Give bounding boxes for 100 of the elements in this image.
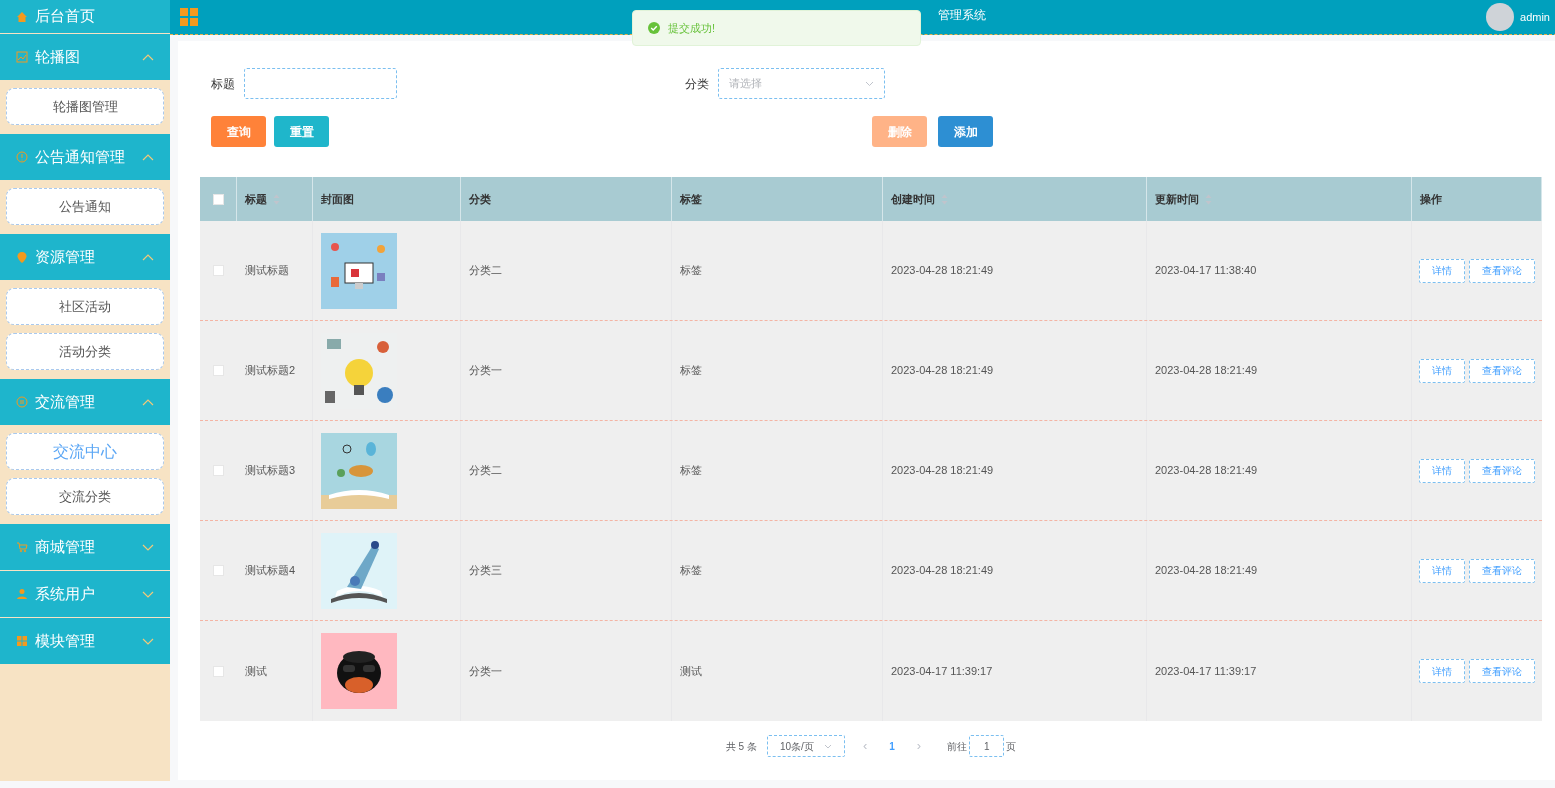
checkbox[interactable] (213, 265, 224, 276)
details-button[interactable]: 详情 (1419, 458, 1465, 483)
details-button[interactable]: 详情 (1419, 659, 1465, 683)
table-cell-text: 2023-04-17 11:39:17 (1155, 663, 1257, 679)
column-header: 操作 (1420, 191, 1442, 207)
page-size-select[interactable]: 10条/页 (766, 735, 845, 757)
table-cell-text: 2023-04-28 18:21:49 (1155, 563, 1258, 579)
menu-item[interactable]: 系统用户 (0, 571, 170, 617)
filter-label: 标题 (211, 75, 235, 93)
total-count: 共 5 条 (725, 739, 757, 754)
filter-label: 分类 (685, 75, 709, 93)
checkbox[interactable] (213, 565, 224, 576)
table-cell-text: 2023-04-17 11:38:40 (1155, 263, 1257, 279)
user-icon (16, 588, 28, 600)
table-cell-text: 分类一 (469, 363, 502, 379)
page-input[interactable]: 1 (969, 735, 1005, 757)
app-title: 管理系统 (938, 7, 986, 24)
details-button[interactable]: 详情 (1419, 358, 1465, 383)
chevron-down-icon (142, 590, 154, 598)
submenu-item[interactable]: 社区活动 (6, 288, 164, 325)
chevron-up-icon (142, 253, 154, 261)
table-cell-text: 标签 (680, 363, 702, 379)
column-header: 封面图 (321, 191, 354, 207)
checkbox[interactable] (212, 193, 224, 205)
user-name[interactable]: admin (1520, 8, 1550, 26)
table-cell-text: 2023-04-28 18:21:49 (891, 563, 994, 579)
success-toast: 提交成功! (632, 10, 921, 46)
comments-button[interactable]: 查看评论 (1469, 458, 1535, 483)
cart-icon (16, 541, 28, 553)
add-button[interactable]: 添加 (938, 116, 993, 147)
page-number[interactable]: 1 (885, 738, 899, 754)
sort-icon[interactable] (1205, 193, 1212, 205)
menu-item[interactable]: 模块管理 (0, 618, 170, 664)
table-cell-text: 标签 (680, 563, 702, 579)
table-cell-text: 2023-04-28 18:21:49 (1155, 463, 1258, 479)
menu-item[interactable]: 资源管理 (0, 234, 170, 280)
details-button[interactable]: 详情 (1419, 258, 1465, 283)
chevron-up-icon (142, 53, 154, 61)
table-cell-text: 测试标题3 (245, 463, 296, 479)
table-cell-text: 测试标题2 (245, 363, 296, 379)
check-circle-icon (648, 22, 660, 34)
chevron-down-icon (865, 80, 874, 87)
table-cell-text: 测试标题 (245, 263, 289, 279)
submenu-item[interactable]: 轮播图管理 (6, 88, 164, 125)
comments-button[interactable]: 查看评论 (1469, 258, 1535, 283)
submenu-item[interactable]: 活动分类 (6, 333, 164, 370)
reset-button[interactable]: 重置 (274, 116, 329, 147)
comments-button[interactable]: 查看评论 (1469, 659, 1535, 683)
chevron-up-icon (142, 153, 154, 161)
comments-button[interactable]: 查看评论 (1469, 358, 1535, 383)
menu-item[interactable]: 轮播图 (0, 34, 170, 80)
select-field[interactable]: 请选择 (718, 68, 885, 99)
table-cell-text: 2023-04-28 18:21:49 (1155, 363, 1258, 379)
chat-icon (16, 396, 28, 408)
table-cell-text: 分类二 (469, 263, 502, 279)
chevron-up-icon (142, 398, 154, 406)
table-cell-text: 2023-04-28 18:21:49 (891, 263, 994, 279)
search-button[interactable]: 查询 (211, 116, 266, 147)
table-cell-text: 分类一 (469, 663, 502, 679)
checkbox[interactable] (213, 465, 224, 476)
submenu-item[interactable]: 交流中心 (6, 433, 164, 470)
home-icon (16, 10, 28, 23)
checkbox[interactable] (213, 665, 224, 677)
prev-page-button[interactable]: ‹ (854, 736, 876, 756)
avatar[interactable] (1486, 3, 1515, 31)
table-cell-text: 测试标题4 (245, 563, 296, 579)
comments-button[interactable]: 查看评论 (1469, 558, 1535, 583)
goto-label: 前往 (947, 739, 968, 754)
table-cell-text: 分类二 (469, 463, 502, 479)
column-header: 标签 (680, 191, 702, 207)
checkbox[interactable] (213, 365, 224, 376)
info-icon (16, 151, 28, 163)
table-cell-text: 测试 (245, 663, 267, 679)
chevron-down-icon (142, 637, 154, 645)
table-cell-text: 2023-04-28 18:21:49 (891, 363, 994, 379)
table-cell-text: 测试 (680, 663, 702, 679)
submenu-item[interactable]: 交流分类 (6, 478, 164, 515)
table-cell-text: 标签 (680, 463, 702, 479)
table-cell-text: 标签 (680, 263, 702, 279)
menu-item[interactable]: 交流管理 (0, 379, 170, 425)
menu-item[interactable]: 后台首页 (0, 0, 170, 33)
sort-icon[interactable] (941, 193, 948, 205)
column-header[interactable]: 创建时间 (891, 190, 935, 208)
page-suffix: 页 (1006, 739, 1017, 754)
column-header[interactable]: 标题 (245, 190, 267, 208)
next-page-button[interactable]: › (908, 736, 930, 756)
details-button[interactable]: 详情 (1419, 558, 1465, 583)
image-icon (16, 51, 28, 63)
menu-item[interactable]: 商城管理 (0, 524, 170, 570)
column-header[interactable]: 更新时间 (1155, 190, 1199, 208)
table-cell-text: 分类三 (469, 563, 502, 579)
table-cell-text: 2023-04-17 11:39:17 (891, 663, 993, 679)
menu-item[interactable]: 公告通知管理 (0, 134, 170, 180)
input-field[interactable] (244, 68, 397, 99)
grid-icon[interactable] (180, 8, 198, 26)
sort-icon[interactable] (273, 193, 280, 205)
submenu-item[interactable]: 公告通知 (6, 188, 164, 225)
column-header: 分类 (469, 191, 491, 207)
chevron-down-icon (142, 543, 154, 551)
grid-icon (16, 635, 28, 647)
